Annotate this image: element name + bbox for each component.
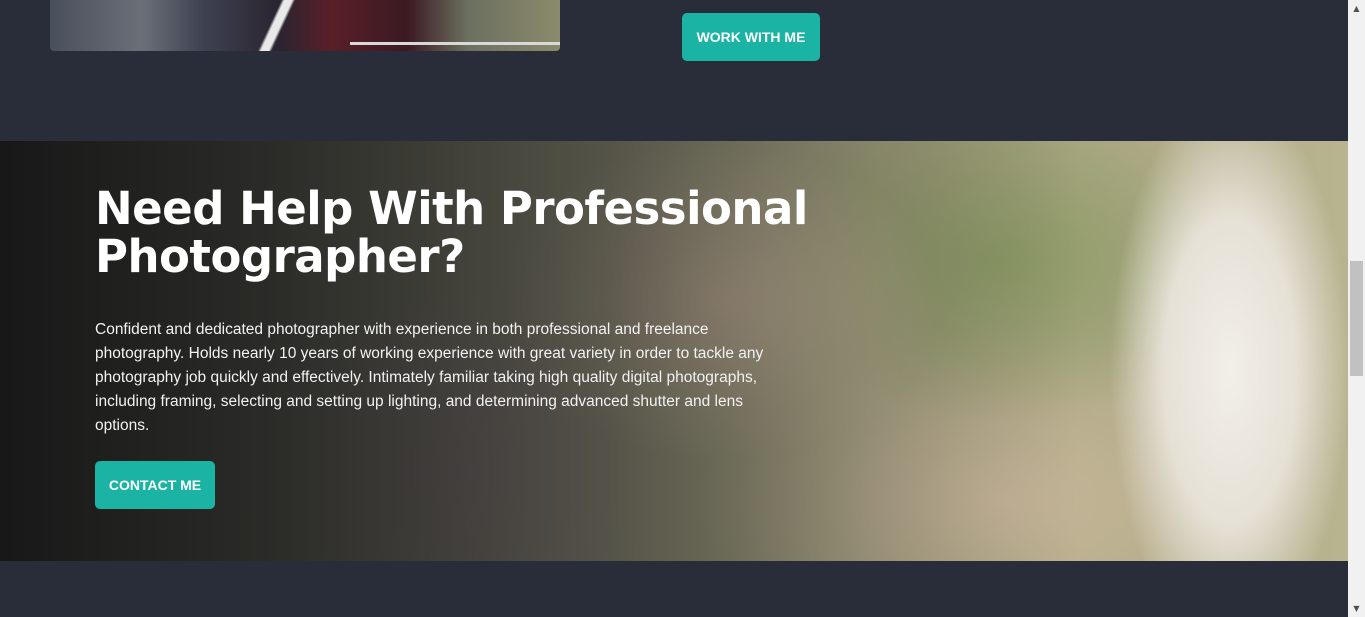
next-section — [0, 561, 1348, 617]
photo-detail — [350, 42, 560, 45]
photographer-photo — [50, 0, 560, 51]
hero-title: Need Help With Professional Photographer… — [95, 182, 808, 283]
hero-description: Confident and dedicated photographer wit… — [95, 321, 764, 434]
photo-detail — [220, 0, 350, 51]
scrollbar-thumb[interactable] — [1350, 261, 1363, 376]
chevron-down-icon[interactable]: ▼ — [1348, 600, 1365, 617]
portfolio-section: WORK WITH ME — [0, 0, 1348, 141]
chevron-up-icon[interactable]: ▲ — [1348, 0, 1365, 17]
hero-banner: Need Help With Professional Photographer… — [0, 141, 1348, 561]
contact-me-button[interactable]: CONTACT ME — [95, 461, 215, 509]
work-with-me-button[interactable]: WORK WITH ME — [682, 13, 820, 61]
vertical-scrollbar[interactable]: ▲ ▼ — [1348, 0, 1365, 617]
